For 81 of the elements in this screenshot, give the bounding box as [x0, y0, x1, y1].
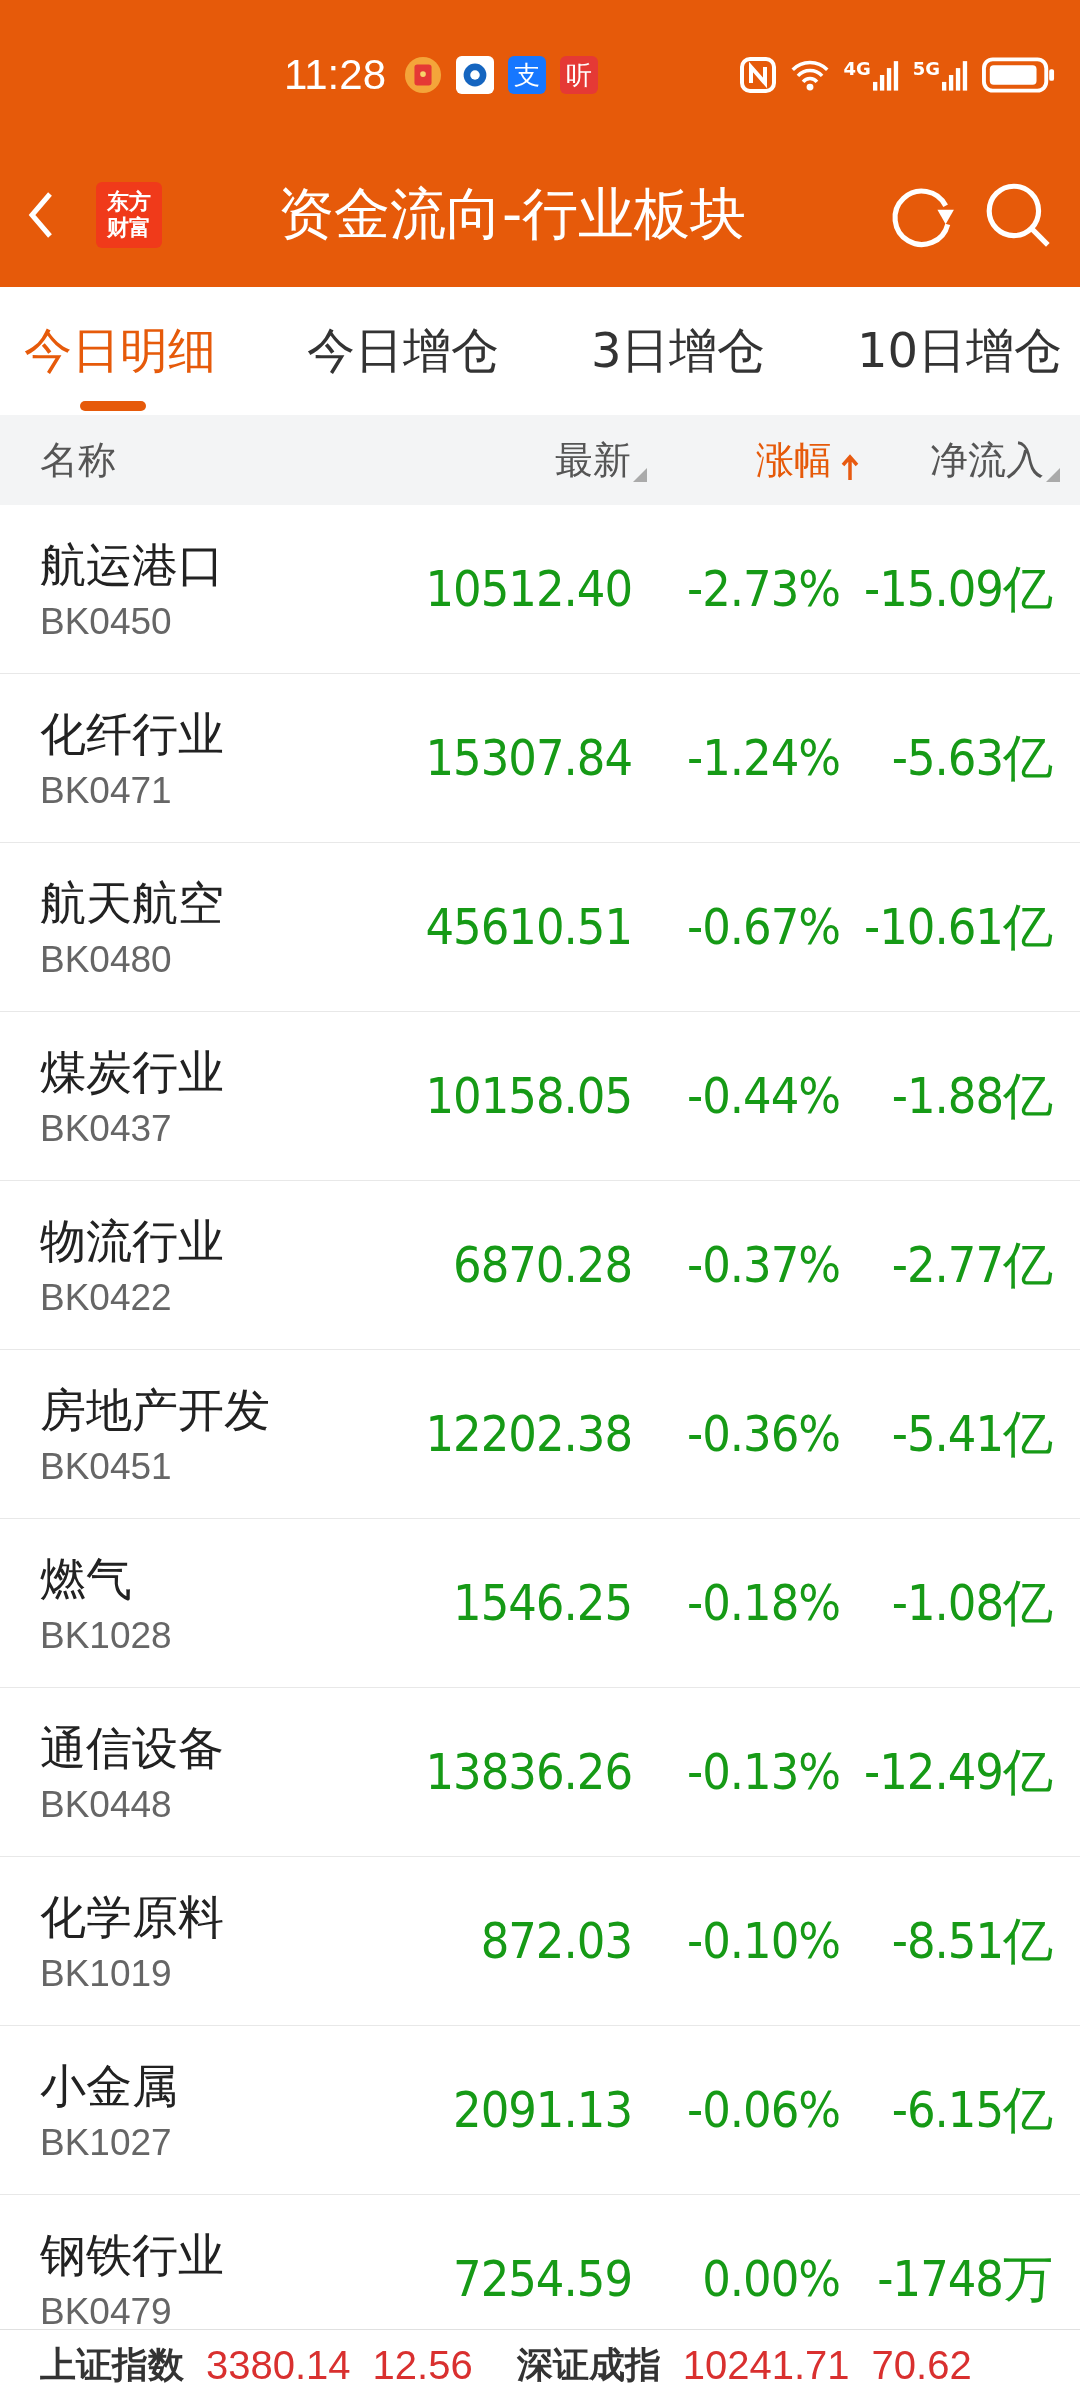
sector-code: BK0448: [40, 1784, 173, 1826]
price-cell-text: 10158.05: [424, 1067, 632, 1125]
page-title: 资金流向-行业板块: [276, 179, 748, 248]
net-inflow-cell-text: -6.15亿: [890, 2079, 1052, 2141]
listen-app-icon: 听: [560, 56, 598, 94]
index-name: 上证指数: [40, 2342, 184, 2387]
sector-code: BK0437: [40, 1108, 173, 1150]
sector-code: BK1027: [40, 2122, 173, 2164]
index-name: 深证成指: [516, 2342, 661, 2387]
price-cell-text: 15307.84: [424, 729, 632, 787]
tab[interactable]: 10日增仓: [856, 287, 1062, 415]
change-cell-text: -0.10%: [685, 1912, 840, 1970]
battery-icon: [982, 55, 1056, 95]
sector-code: BK0450: [40, 601, 173, 643]
price-cell-text: 6870.28: [452, 1236, 632, 1294]
sector-name: 化纤行业: [40, 706, 225, 763]
change-cell-text: -0.67%: [685, 898, 840, 956]
sector-code: BK0480: [40, 939, 173, 981]
sort-corner-icon: [1046, 467, 1060, 482]
price-cell-text: 7254.59: [452, 2250, 632, 2308]
net-inflow-cell-text: -10.61亿: [863, 896, 1052, 958]
sector-code: BK1019: [40, 1953, 173, 1995]
envelope-app-icon: [404, 56, 442, 94]
index-change: 70.62: [871, 2342, 972, 2388]
sort-corner-icon: [633, 467, 647, 482]
sector-name: 燃气: [40, 1551, 133, 1608]
bank-app-icon: [456, 56, 494, 94]
price-cell-text: 10512.40: [424, 560, 632, 618]
change-cell-text: -0.18%: [685, 1574, 840, 1632]
sector-name: 房地产开发: [40, 1382, 271, 1439]
change-cell-text: -0.36%: [685, 1405, 840, 1463]
status-time: 11:28: [284, 51, 386, 99]
index-value: 3380.14: [206, 2342, 351, 2388]
net-inflow-cell-text: -5.41亿: [890, 1403, 1052, 1465]
net-inflow-cell-text: -1748万: [876, 2248, 1052, 2310]
price-cell-text: 1546.25: [452, 1574, 632, 1632]
price-cell-text: 12202.38: [424, 1405, 632, 1463]
sort-column-header[interactable]: 净流入: [860, 434, 1060, 486]
tab[interactable]: 今日增仓: [307, 287, 500, 415]
sector-code: BK0471: [40, 770, 173, 812]
sector-name: 航运港口: [40, 537, 225, 594]
sector-code: BK0479: [40, 2291, 173, 2329]
sector-name: 化学原料: [40, 1889, 225, 1946]
change-cell-text: -0.44%: [685, 1067, 840, 1125]
sector-name: 小金属: [40, 2058, 179, 2115]
sector-name: 钢铁行业: [40, 2227, 225, 2284]
net-inflow-cell-text: -15.09亿: [863, 558, 1052, 620]
change-cell-text: 0.00%: [701, 2250, 840, 2308]
net-inflow-cell-text: -1.08亿: [890, 1572, 1052, 1634]
index-change: 12.56: [372, 2342, 473, 2388]
net-inflow-cell-text: -1.88亿: [890, 1065, 1052, 1127]
net-inflow-cell-text: -12.49亿: [863, 1741, 1052, 1803]
sort-column-header[interactable]: 最新: [447, 434, 647, 486]
price-cell-text: 13836.26: [424, 1743, 632, 1801]
change-cell-text: -0.37%: [685, 1236, 840, 1294]
sector-code: BK1028: [40, 1615, 173, 1657]
price-cell-text: 2091.13: [452, 2081, 632, 2139]
change-cell-text: -0.06%: [685, 2081, 840, 2139]
price-cell-text: 45610.51: [424, 898, 632, 956]
sector-name: 通信设备: [40, 1720, 225, 1777]
network-label: 4G: [843, 58, 871, 79]
sector-name: 航天航空: [40, 875, 225, 932]
sector-name: 物流行业: [40, 1213, 225, 1270]
sector-name: 煤炭行业: [40, 1044, 225, 1101]
network-label: 5G: [912, 58, 940, 79]
sector-code: BK0422: [40, 1277, 173, 1319]
tab[interactable]: 3日增仓: [590, 287, 766, 415]
nfc-icon: [739, 55, 778, 95]
price-cell-text: 872.03: [479, 1912, 632, 1970]
index-value: 10241.71: [682, 2342, 850, 2388]
pay-app-icon: 支: [508, 56, 546, 94]
column-header: 名称: [40, 436, 117, 484]
change-cell-text: -0.13%: [685, 1743, 840, 1801]
tab[interactable]: 今日明细: [24, 287, 216, 415]
change-cell-text: -1.24%: [685, 729, 840, 787]
net-inflow-cell-text: -5.63亿: [890, 727, 1052, 789]
net-inflow-cell-text: -2.77亿: [890, 1234, 1052, 1296]
sector-code: BK0451: [40, 1446, 173, 1488]
change-cell-text: -2.73%: [685, 560, 840, 618]
net-inflow-cell-text: -8.51亿: [890, 1910, 1052, 1972]
app-logo: 东方 财富: [96, 181, 162, 248]
